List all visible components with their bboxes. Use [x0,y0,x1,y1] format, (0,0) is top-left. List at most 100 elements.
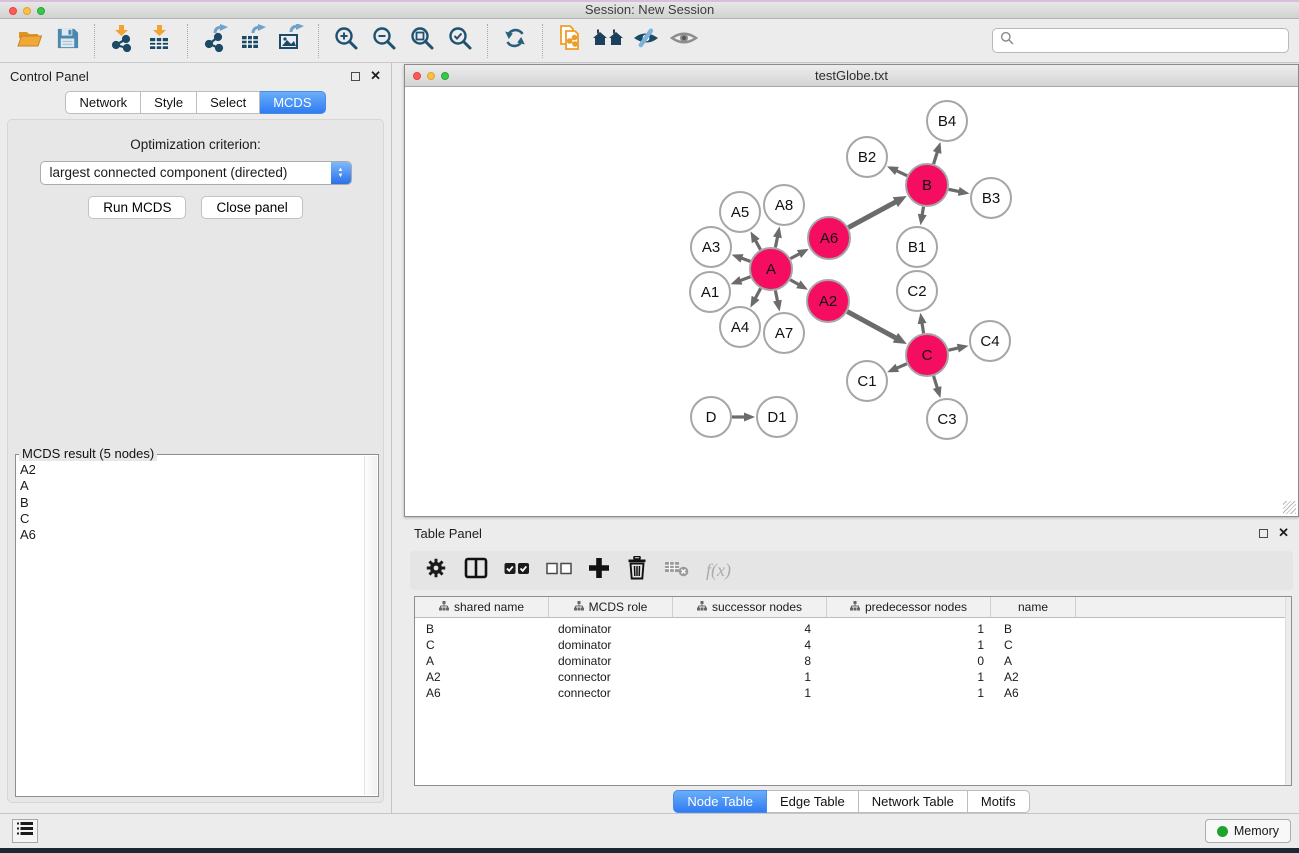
open-session-button[interactable] [10,22,48,60]
control-panel-tabs: NetworkStyleSelectMCDS [65,91,325,114]
column-header-successor-nodes[interactable]: successor nodes [673,597,827,617]
hide-panels-button[interactable] [627,22,665,60]
table-cell: A6 [415,685,549,701]
tab-select[interactable]: Select [197,91,260,114]
mcds-result-item[interactable]: A6 [20,527,378,543]
table-cell: 4 [673,637,827,653]
network-zoom-button[interactable] [441,72,449,80]
import-table-button[interactable] [141,22,179,60]
memory-label: Memory [1234,824,1279,838]
table-row[interactable]: Bdominator41B [415,621,1291,637]
network-graph[interactable]: B4B2BB3A5A8A6A3B1AA1C2A2A4A7C4CC1DD1C3 [405,87,1298,516]
network-minimize-button[interactable] [427,72,435,80]
tab-network[interactable]: Network [65,91,141,114]
column-header-name[interactable]: name [991,597,1076,617]
save-session-button[interactable] [48,22,86,60]
network-from-selection-button[interactable] [551,22,589,60]
graph-edge-B-B4[interactable] [934,151,938,164]
close-panel-icon[interactable]: ✕ [370,71,381,81]
zoom-fit-button[interactable] [403,22,441,60]
tab-node-table[interactable]: Node Table [673,790,767,813]
search-field[interactable] [992,28,1289,53]
minimize-window-button[interactable] [23,7,31,15]
memory-button[interactable]: Memory [1205,819,1291,843]
table-row[interactable]: A2connector11A2 [415,669,1291,685]
network-canvas[interactable]: B4B2BB3A5A8A6A3B1AA1C2A2A4A7C4CC1DD1C3 [405,87,1298,516]
graph-edge-arrowhead [958,187,970,196]
control-panel-title: Control Panel [10,69,89,84]
window-title: Session: New Session [585,2,714,17]
zoom-out-button[interactable] [365,22,403,60]
unchecked-boxes-icon [546,562,572,579]
window-resize-grip[interactable] [1283,501,1296,514]
tab-motifs[interactable]: Motifs [968,790,1030,813]
apply-function-button[interactable]: f(x) [706,560,731,581]
column-header-shared-name[interactable]: shared name [415,597,549,617]
export-table-button[interactable] [234,22,272,60]
tab-edge-table[interactable]: Edge Table [767,790,859,813]
graph-node-label: C [922,347,933,364]
table-options-gear-button[interactable] [424,556,448,585]
close-panel-icon[interactable]: ✕ [1278,528,1289,538]
export-table-icon [239,24,267,57]
search-input[interactable] [1018,33,1281,48]
zoom-in-button[interactable] [327,22,365,60]
zoom-selected-button[interactable] [441,22,479,60]
mcds-result-list[interactable]: A2ABCA6 [20,462,378,543]
toolbar-separator [542,24,543,58]
open-folder-icon [16,25,43,57]
tab-style[interactable]: Style [141,91,197,114]
add-column-button[interactable] [588,557,610,584]
float-panel-icon[interactable] [351,72,360,81]
close-panel-button[interactable]: Close panel [201,196,302,219]
export-network-button[interactable] [196,22,234,60]
mcds-result-item[interactable]: A2 [20,462,378,478]
graph-edge-C-C3[interactable] [934,376,938,389]
mcds-tab-content: Optimization criterion: largest connecte… [7,119,384,803]
close-window-button[interactable] [9,7,17,15]
graph-edge-A6-B[interactable] [848,201,897,227]
mcds-result-title: MCDS result (5 nodes) [19,446,157,461]
mcds-result-item[interactable]: A [20,478,378,494]
task-history-button[interactable] [12,819,38,843]
network-close-button[interactable] [413,72,421,80]
mcds-result-item[interactable]: C [20,511,378,527]
deselect-all-columns-button[interactable] [546,562,572,580]
table-cell: C [415,637,549,653]
export-image-icon [277,24,305,57]
show-columns-button[interactable] [464,557,488,584]
tab-mcds[interactable]: MCDS [260,91,325,114]
export-image-button[interactable] [272,22,310,60]
table-row[interactable]: Adominator80A [415,653,1291,669]
criterion-dropdown[interactable]: largest connected component (directed) ▲… [40,161,352,185]
column-header-mcds-role[interactable]: MCDS role [549,597,673,617]
table-row[interactable]: A6connector11A6 [415,685,1291,701]
network-window-titlebar[interactable]: testGlobe.txt [405,65,1298,87]
delete-columns-button[interactable] [626,556,648,585]
zoom-window-button[interactable] [37,7,45,15]
window-titlebar[interactable]: Session: New Session [0,2,1299,19]
table-cell: dominator [549,621,673,637]
show-view-button[interactable] [665,22,703,60]
delete-table-button[interactable] [664,558,690,583]
tab-network-table[interactable]: Network Table [859,790,968,813]
gear-icon [424,567,448,584]
table-cell: 1 [827,637,991,653]
float-panel-icon[interactable] [1259,529,1268,538]
select-all-columns-button[interactable] [504,562,530,580]
reset-views-button[interactable] [589,22,627,60]
mcds-result-scrollbar[interactable] [364,456,377,795]
table-row[interactable]: Cdominator41C [415,637,1291,653]
column-header-predecessor-nodes[interactable]: predecessor nodes [827,597,991,617]
import-network-button[interactable] [103,22,141,60]
graph-node-label: C1 [857,373,876,390]
table-scrollbar[interactable] [1285,597,1291,785]
mcds-result-item[interactable]: B [20,495,378,511]
run-mcds-button[interactable]: Run MCDS [88,196,186,219]
memory-status-dot [1217,826,1228,837]
graph-edge-A2-C[interactable] [847,312,897,339]
graph-node-label: A5 [731,204,749,221]
import-network-icon [108,24,136,57]
graph-node-label: A3 [702,239,720,256]
refresh-view-button[interactable] [496,22,534,60]
